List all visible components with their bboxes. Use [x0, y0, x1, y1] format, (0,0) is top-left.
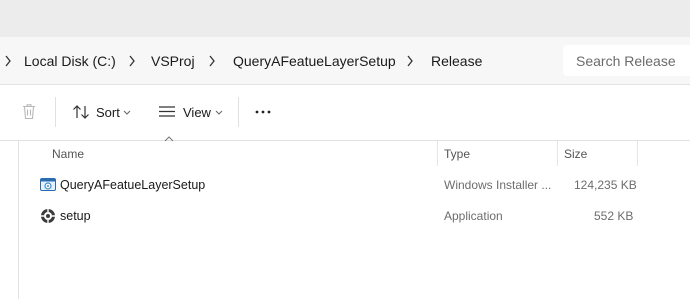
file-size: 552 KB [594, 209, 634, 223]
breadcrumb-queryafeatuelayersetup[interactable]: QueryAFeatueLayerSetup [233, 53, 396, 69]
file-type: Application [444, 209, 503, 223]
chevron-right-icon[interactable] [207, 54, 217, 68]
column-divider[interactable] [637, 141, 638, 166]
address-bar: Local Disk (C:) VSProj QueryAFeatueLayer… [0, 37, 690, 85]
file-name[interactable]: setup [60, 209, 91, 223]
file-row-queryafeatuelayersetup[interactable]: QueryAFeatueLayerSetup Windows Installer… [19, 170, 690, 200]
toolbar-separator [238, 97, 239, 127]
column-header-name[interactable]: Name [52, 147, 84, 161]
breadcrumb-local-disk[interactable]: Local Disk (C:) [24, 53, 116, 69]
chevron-down-icon [215, 110, 223, 115]
sort-icon [73, 105, 89, 119]
delete-button[interactable] [14, 97, 44, 127]
breadcrumb[interactable]: Local Disk (C:) VSProj QueryAFeatueLayer… [0, 37, 553, 84]
toolbar-separator [55, 97, 56, 127]
search-input[interactable]: Search Release [576, 53, 676, 69]
file-row-setup[interactable]: setup Application 552 KB [19, 201, 690, 231]
search-box[interactable]: Search Release [563, 45, 690, 76]
file-type: Windows Installer ... [444, 178, 552, 192]
column-header-row: Name Type Size [19, 141, 690, 166]
column-divider[interactable] [557, 141, 558, 166]
view-button[interactable]: View [152, 97, 228, 127]
chevron-down-icon [123, 110, 131, 115]
chevron-right-icon[interactable] [3, 54, 13, 68]
command-bar: Sort View [0, 85, 690, 141]
column-header-type[interactable]: Type [444, 147, 470, 161]
tab-strip [0, 0, 690, 37]
ellipsis-icon [255, 110, 271, 114]
chevron-right-icon[interactable] [405, 54, 415, 68]
breadcrumb-release[interactable]: Release [431, 53, 482, 69]
more-options-button[interactable] [248, 97, 278, 127]
sort-button[interactable]: Sort [66, 97, 138, 127]
installer-icon [40, 178, 56, 191]
column-divider[interactable] [437, 141, 438, 166]
sort-label: Sort [96, 105, 120, 120]
view-list-icon [159, 106, 175, 117]
setup-app-icon [41, 209, 55, 223]
trash-icon [23, 104, 35, 120]
chevron-right-icon[interactable] [127, 54, 137, 68]
breadcrumb-vsproj[interactable]: VSProj [151, 53, 195, 69]
column-header-size[interactable]: Size [564, 147, 587, 161]
file-name[interactable]: QueryAFeatueLayerSetup [60, 178, 205, 192]
view-label: View [183, 105, 211, 120]
file-size: 124,235 KB [574, 178, 637, 192]
